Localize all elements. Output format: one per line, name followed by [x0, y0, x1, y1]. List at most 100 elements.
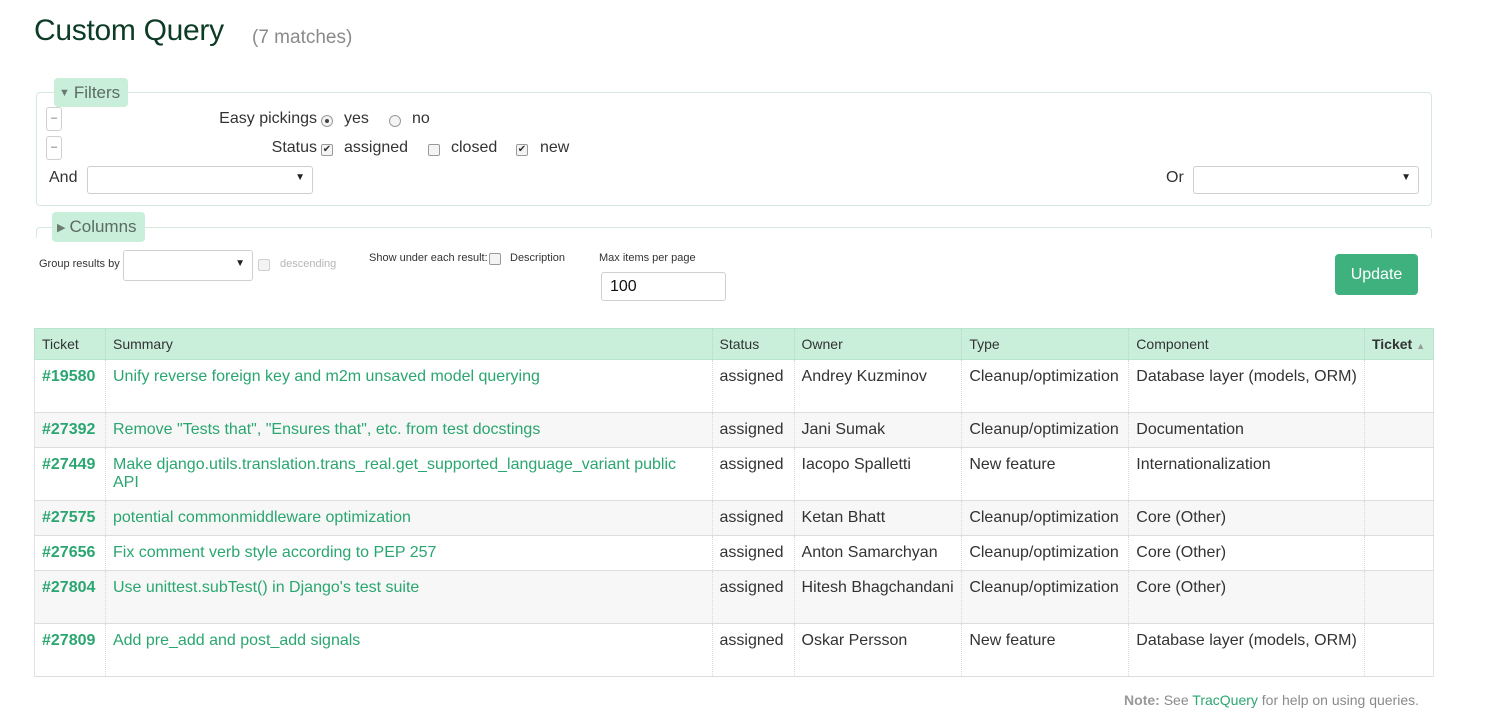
table-row: #27575 potential commonmiddleware optimi… — [34, 500, 1435, 536]
col-ticket-sorted[interactable]: Ticket ▲ — [1363, 328, 1435, 360]
status-assigned-checkbox[interactable]: ✔ — [321, 144, 333, 156]
status-cell: assigned — [711, 623, 795, 677]
owner-cell: Anton Samarchyan — [793, 535, 962, 571]
component-cell: Documentation — [1128, 412, 1365, 448]
descending-checkbox[interactable] — [258, 259, 270, 271]
columns-toggle[interactable]: ▶ Columns — [52, 212, 145, 242]
page-title: Custom Query — [34, 14, 224, 47]
ticket-link[interactable]: #27449 — [34, 447, 106, 501]
col-status[interactable]: Status — [711, 328, 795, 360]
easy-pickings-label: Easy pickings — [219, 110, 317, 127]
dropdown-arrow-icon: ▼ — [1401, 172, 1411, 183]
easy-pickings-yes-label: yes — [344, 110, 369, 127]
ticket-link[interactable]: #19580 — [34, 359, 106, 413]
col-type[interactable]: Type — [961, 328, 1129, 360]
ticket-link[interactable]: #27804 — [34, 570, 106, 624]
columns-fieldset — [36, 227, 1432, 238]
type-cell: Cleanup/optimization — [961, 359, 1129, 413]
empty-cell — [1363, 359, 1435, 413]
type-cell: Cleanup/optimization — [961, 500, 1129, 536]
filters-legend-label: Filters — [73, 82, 121, 102]
status-new-checkbox[interactable]: ✔ — [516, 144, 528, 156]
status-cell: assigned — [711, 412, 795, 448]
or-label: Or — [1166, 169, 1184, 186]
status-closed-checkbox[interactable] — [428, 144, 440, 156]
summary-link[interactable]: Fix comment verb style according to PEP … — [104, 535, 713, 571]
easy-pickings-yes-radio[interactable] — [321, 115, 333, 127]
group-by-select[interactable]: ▼ — [123, 250, 253, 281]
descending-label: descending — [280, 258, 337, 270]
component-cell: Internationalization — [1128, 447, 1365, 501]
match-count: (7 matches) — [252, 27, 353, 48]
table-row: #27804 Use unittest.subTest() in Django'… — [34, 570, 1435, 624]
empty-cell — [1363, 412, 1435, 448]
owner-cell: Jani Sumak — [793, 412, 962, 448]
status-cell: assigned — [711, 570, 795, 624]
status-filter-label: Status — [271, 139, 317, 156]
note-label: Note: — [1124, 692, 1160, 708]
type-cell: Cleanup/optimization — [961, 535, 1129, 571]
dropdown-arrow-icon: ▼ — [295, 172, 305, 183]
status-cell: assigned — [711, 535, 795, 571]
summary-link[interactable]: Add pre_add and post_add signals — [104, 623, 713, 677]
component-cell: Core (Other) — [1128, 500, 1365, 536]
group-by-label: Group results by — [39, 258, 120, 270]
triangle-right-icon: ▶ — [57, 221, 66, 234]
summary-link[interactable]: Use unittest.subTest() in Django's test … — [104, 570, 713, 624]
note-see: See — [1163, 692, 1189, 708]
dropdown-arrow-icon: ▼ — [235, 258, 245, 269]
type-cell: Cleanup/optimization — [961, 570, 1129, 624]
filters-toggle[interactable]: ▼ Filters — [54, 78, 129, 107]
type-cell: New feature — [961, 623, 1129, 677]
table-row: #27656 Fix comment verb style according … — [34, 535, 1435, 571]
max-items-input[interactable] — [601, 272, 726, 301]
sort-ascending-icon: ▲ — [1416, 341, 1426, 351]
ticket-link[interactable]: #27809 — [34, 623, 106, 677]
col-ticket[interactable]: Ticket — [34, 328, 106, 360]
type-cell: New feature — [961, 447, 1129, 501]
help-note: Note: See TracQuery for help on using qu… — [1124, 692, 1419, 708]
status-cell: assigned — [711, 500, 795, 536]
summary-link[interactable]: potential commonmiddleware optimization — [104, 500, 713, 536]
update-button[interactable]: Update — [1335, 254, 1418, 295]
remove-filter-status-button[interactable]: – — [46, 136, 62, 160]
max-items-label: Max items per page — [599, 252, 696, 264]
status-closed-label: closed — [451, 139, 498, 156]
type-cell: Cleanup/optimization — [961, 412, 1129, 448]
owner-cell: Andrey Kuzminov — [793, 359, 962, 413]
empty-cell — [1363, 447, 1435, 501]
ticket-link[interactable]: #27656 — [34, 535, 106, 571]
table-row: #19580 Unify reverse foreign key and m2m… — [34, 359, 1435, 413]
status-assigned-label: assigned — [344, 139, 409, 156]
tracquery-link[interactable]: TracQuery — [1192, 692, 1258, 708]
summary-link[interactable]: Unify reverse foreign key and m2m unsave… — [104, 359, 713, 413]
columns-legend-label: Columns — [69, 217, 137, 236]
summary-link[interactable]: Make django.utils.translation.trans_real… — [104, 447, 713, 501]
and-label: And — [49, 169, 78, 186]
remove-filter-easy-pickings-button[interactable]: – — [46, 107, 62, 131]
col-owner[interactable]: Owner — [793, 328, 962, 360]
empty-cell — [1363, 623, 1435, 677]
table-header-row: Ticket Summary Status Owner Type Compone… — [34, 328, 1435, 360]
ticket-link[interactable]: #27575 — [34, 500, 106, 536]
status-cell: assigned — [711, 359, 795, 413]
component-cell: Core (Other) — [1128, 570, 1365, 624]
col-component[interactable]: Component — [1128, 328, 1365, 360]
results-table: Ticket Summary Status Owner Type Compone… — [34, 328, 1435, 677]
add-filter-select[interactable]: ▼ — [87, 166, 313, 194]
table-row: #27449 Make django.utils.translation.tra… — [34, 447, 1435, 501]
owner-cell: Oskar Persson — [793, 623, 962, 677]
ticket-link[interactable]: #27392 — [34, 412, 106, 448]
summary-link[interactable]: Remove "Tests that", "Ensures that", etc… — [104, 412, 713, 448]
description-checkbox[interactable] — [489, 253, 501, 265]
easy-pickings-no-radio[interactable] — [389, 115, 401, 127]
col-summary[interactable]: Summary — [104, 328, 713, 360]
status-new-label: new — [540, 139, 570, 156]
easy-pickings-no-label: no — [412, 110, 430, 127]
owner-cell: Hitesh Bhagchandani — [793, 570, 962, 624]
empty-cell — [1363, 500, 1435, 536]
empty-cell — [1363, 535, 1435, 571]
component-cell: Core (Other) — [1128, 535, 1365, 571]
or-filter-select[interactable]: ▼ — [1193, 166, 1419, 194]
owner-cell: Iacopo Spalletti — [793, 447, 962, 501]
